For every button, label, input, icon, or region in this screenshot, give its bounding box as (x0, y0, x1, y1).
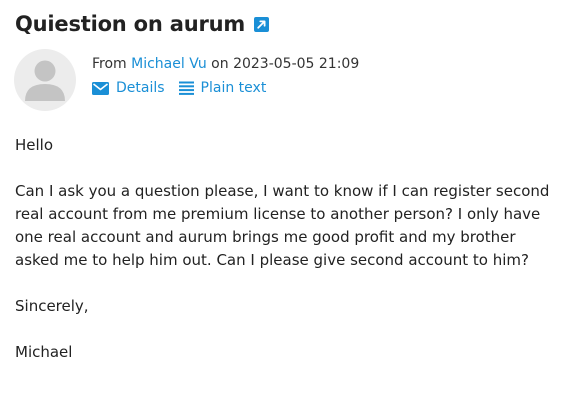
avatar-person-icon (25, 60, 65, 101)
email-timestamp: 2023-05-05 21:09 (233, 56, 360, 72)
email-actions: Details Plain text (92, 80, 359, 96)
email-meta: From Michael Vu on 2023-05-05 21:09 Deta… (92, 56, 359, 96)
plain-text-label: Plain text (200, 80, 267, 96)
sender-name-link[interactable]: Michael Vu (131, 56, 207, 72)
on-label: on (211, 56, 229, 72)
plain-text-button[interactable]: Plain text (178, 80, 267, 96)
header: Quiestion on aurum (15, 12, 270, 36)
list-lines-icon (178, 81, 194, 95)
details-button[interactable]: Details (92, 80, 165, 96)
external-link-icon[interactable] (254, 16, 270, 32)
sender-line: From Michael Vu on 2023-05-05 21:09 (92, 56, 359, 72)
closing: Sincerely, (15, 297, 89, 315)
greeting: Hello (15, 136, 54, 154)
message-paragraph: Can I ask you a question please, I want … (15, 182, 550, 269)
email-subject: Quiestion on aurum (15, 12, 246, 36)
from-label: From (92, 56, 127, 72)
envelope-icon (92, 81, 109, 95)
sender-avatar (14, 49, 76, 111)
details-label: Details (116, 80, 165, 96)
email-body: Hello Can I ask you a question please, I… (15, 134, 555, 387)
signature: Michael (15, 343, 73, 361)
